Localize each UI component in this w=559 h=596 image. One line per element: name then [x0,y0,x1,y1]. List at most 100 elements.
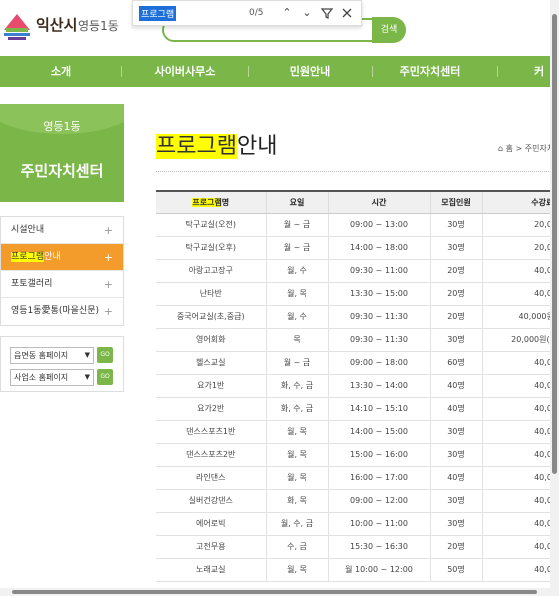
sidebar-item-label: 포토갤러리 [11,279,53,289]
page-title: 프로그램안내 [156,128,277,160]
table-row: 아랑고고장구 월, 수 09:30 ~ 11:00 20명 40,00 [156,259,559,283]
table-header-row: 프로그램명 요일 시간 모집인원 수강료( [156,190,559,214]
cell-fee: 20,00 [481,213,559,237]
cell-capacity: 20명 [429,259,482,283]
cell-program: 탁구교실(오전) [156,213,266,237]
select-value: 읍면동 홈페이지 [14,351,69,360]
search-button[interactable]: 검색 [372,17,406,43]
close-icon[interactable] [339,5,355,21]
sidebar-item-program[interactable]: 프로그램안내 + [1,244,123,271]
horizontal-scrollbar-thumb[interactable] [12,590,537,594]
cell-program: 난타반 [156,282,266,306]
chevron-down-icon[interactable]: ⌄ [299,5,315,21]
cell-program: 중국어교실(초,중급) [156,305,266,329]
cell-day: 월, 수 [265,259,328,283]
home-icon[interactable]: ⌂ [498,144,503,153]
cell-fee: 40,00 [481,443,559,467]
cell-fee: 40,00 [481,512,559,536]
sidebar-item-facility[interactable]: 시설안내 + [1,217,123,244]
cell-capacity: 30명 [429,236,482,260]
cell-capacity: 30명 [429,489,482,513]
cell-day: 화, 수, 금 [265,374,328,398]
plus-icon: + [103,278,113,291]
table-row: 노래교실 월, 목월 10:00 ~ 12:00 50명 40,00 [156,558,559,582]
sidebar-title: 주민자치센터 [20,162,104,180]
nav-item-civil-service[interactable]: 민원안내 [270,56,350,87]
cell-fee: 40,00 [481,397,559,421]
cell-time: 09:30 ~ 11:00 [327,259,430,283]
sidebar-item-gallery[interactable]: 포토갤러리 + [1,271,123,298]
cell-fee: 40,00 [481,282,559,306]
cell-time: 15:30 ~ 16:30 [327,535,430,559]
header-day: 요일 [265,190,328,214]
table-row: 탁구교실(오전) 월 ~ 금 09:00 ~ 13:00 30명 20,00 [156,213,559,237]
cell-day: 월, 수 [265,305,328,329]
cell-capacity: 40명 [429,466,482,490]
cell-capacity: 30명 [429,512,482,536]
cell-time: 14:00 ~ 18:00 [327,236,430,260]
cell-day: 월, 목 [265,558,328,582]
nav-item-cyber-office[interactable]: 사이버사무소 [140,56,230,87]
cell-fee: 40,000원( [481,305,559,329]
cell-day: 화, 목 [265,489,328,513]
chevron-down-icon: ▼ [84,351,90,359]
filter-icon[interactable] [319,5,335,21]
find-match-count: 0/5 [249,8,264,18]
cell-time: 09:30 ~ 11:30 [327,328,430,352]
plus-icon: + [103,305,113,318]
town-homepage-select[interactable]: 읍면동 홈페이지 ▼ [10,347,94,364]
go-button[interactable]: GO [97,347,113,363]
header-program-name: 프로그램명 [156,190,266,214]
sidebar-item-newsletter[interactable]: 영등1동愛통(마을신문) + [1,298,123,325]
office-homepage-select[interactable]: 사업소 홈페이지 ▼ [10,369,94,386]
cell-fee: 40,00 [481,259,559,283]
sidebar-menu: 시설안내 + 프로그램안내 + 포토갤러리 + 영등1동愛통(마을신문) + [0,216,124,326]
table-row: 에어로빅 월, 수, 금 10:00 ~ 11:00 30명 40,00 [156,512,559,536]
divider [156,171,559,172]
nav-divider [248,66,249,77]
cell-fee: 40,00 [481,374,559,398]
sidebar-item-label: 영등1동愛통(마을신문) [11,306,99,316]
cell-time: 월 10:00 ~ 12:00 [327,558,430,582]
chevron-up-icon[interactable]: ⌃ [279,5,295,21]
cell-program: 탁구교실(오후) [156,236,266,260]
cell-time: 10:00 ~ 11:00 [327,512,430,536]
cell-program: 아랑고고장구 [156,259,266,283]
city-logo-icon[interactable] [0,8,34,42]
cell-fee: 40,00 [481,489,559,513]
cell-program: 헬스교실 [156,351,266,375]
cell-day: 월, 목 [265,466,328,490]
nav-item-community[interactable]: 커뮤 [512,56,552,109]
cell-time: 14:00 ~ 15:00 [327,420,430,444]
cell-day: 화, 수, 금 [265,397,328,421]
table-row: 요가2반 화, 수, 금 14:10 ~ 15:10 40명 40,00 [156,397,559,421]
cell-capacity: 30명 [429,420,482,444]
plus-icon: + [103,251,113,264]
nav-item-intro[interactable]: 소개 [30,56,92,87]
cell-day: 월 ~ 금 [265,213,328,237]
cell-capacity: 30명 [429,328,482,352]
cell-fee: 40,00 [481,466,559,490]
cell-time: 09:00 ~ 12:00 [327,489,430,513]
nav-divider [497,66,498,77]
find-input[interactable]: 프로그램 [139,6,177,21]
cell-time: 15:00 ~ 16:00 [327,443,430,467]
table-row: 요가1반 화, 수, 금 13:30 ~ 14:00 40명 40,00 [156,374,559,398]
table-row: 중국어교실(초,중급) 월, 수 09:30 ~ 11:30 20명 40,000원( [156,305,559,329]
cell-program: 에어로빅 [156,512,266,536]
cell-time: 13:30 ~ 14:00 [327,374,430,398]
cell-program: 실버건강댄스 [156,489,266,513]
cell-capacity: 20명 [429,305,482,329]
vertical-scrollbar-thumb[interactable] [552,14,557,474]
cell-fee: 40,00 [481,535,559,559]
district-name[interactable]: 영등1동 [78,17,119,34]
breadcrumb-text[interactable]: 홈 > 주민자치 [506,144,555,153]
table-row: 실버건강댄스 화, 목 09:00 ~ 12:00 30명 40,00 [156,489,559,513]
cell-time: 09:30 ~ 11:30 [327,305,430,329]
cell-capacity: 30명 [429,443,482,467]
main-nav: 소개 사이버사무소 민원안내 주민자치센터 커뮤 [0,56,559,109]
header-label: 명 [221,197,230,207]
nav-item-community-center[interactable]: 주민자치센터 [390,56,470,87]
go-button[interactable]: GO [97,369,113,385]
city-name[interactable]: 익산시 [36,14,77,35]
